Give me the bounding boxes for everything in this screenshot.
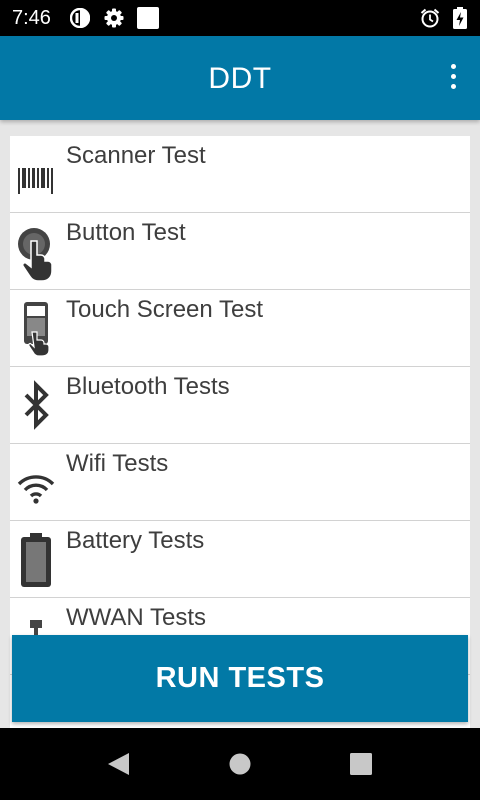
list-item-scanner-test[interactable]: Scanner Test bbox=[10, 136, 470, 213]
navigation-bar bbox=[0, 728, 480, 800]
item-label: Scanner Test bbox=[66, 142, 206, 169]
status-bar: 7:46 bbox=[0, 0, 480, 36]
item-label: Button Test bbox=[66, 219, 186, 246]
list-item-bluetooth-tests[interactable]: Bluetooth Tests bbox=[10, 367, 470, 444]
run-tests-button[interactable]: RUN TESTS bbox=[12, 635, 468, 722]
status-time: 7:46 bbox=[12, 7, 51, 29]
back-icon[interactable] bbox=[107, 752, 131, 776]
item-label: Wifi Tests bbox=[66, 450, 169, 477]
settings-gear-icon bbox=[104, 8, 124, 28]
list-item-wifi-tests[interactable]: Wifi Tests bbox=[10, 444, 470, 521]
app-bar: DDT bbox=[0, 36, 480, 120]
blank-notification-icon bbox=[137, 7, 159, 29]
alarm-clock-icon bbox=[420, 8, 440, 28]
touch-screen-icon bbox=[16, 300, 56, 358]
data-saver-icon bbox=[69, 7, 91, 29]
overflow-menu-icon[interactable] bbox=[446, 64, 460, 94]
app-title: DDT bbox=[208, 62, 272, 95]
list-item-battery-tests[interactable]: Battery Tests bbox=[10, 521, 470, 598]
wifi-icon bbox=[16, 454, 56, 512]
home-icon[interactable] bbox=[228, 752, 252, 776]
battery-charging-icon bbox=[453, 7, 467, 29]
barcode-icon bbox=[16, 146, 56, 204]
bluetooth-icon bbox=[16, 377, 56, 435]
list-item-button-test[interactable]: Button Test bbox=[10, 213, 470, 290]
item-label: Touch Screen Test bbox=[66, 296, 264, 323]
battery-icon bbox=[16, 531, 56, 589]
item-label: Battery Tests bbox=[66, 527, 205, 554]
item-label: Bluetooth Tests bbox=[66, 373, 230, 400]
recents-icon[interactable] bbox=[349, 752, 373, 776]
button-press-icon bbox=[16, 223, 56, 282]
item-label: WWAN Tests bbox=[66, 604, 207, 631]
list-item-touch-screen-test[interactable]: Touch Screen Test bbox=[10, 290, 470, 367]
